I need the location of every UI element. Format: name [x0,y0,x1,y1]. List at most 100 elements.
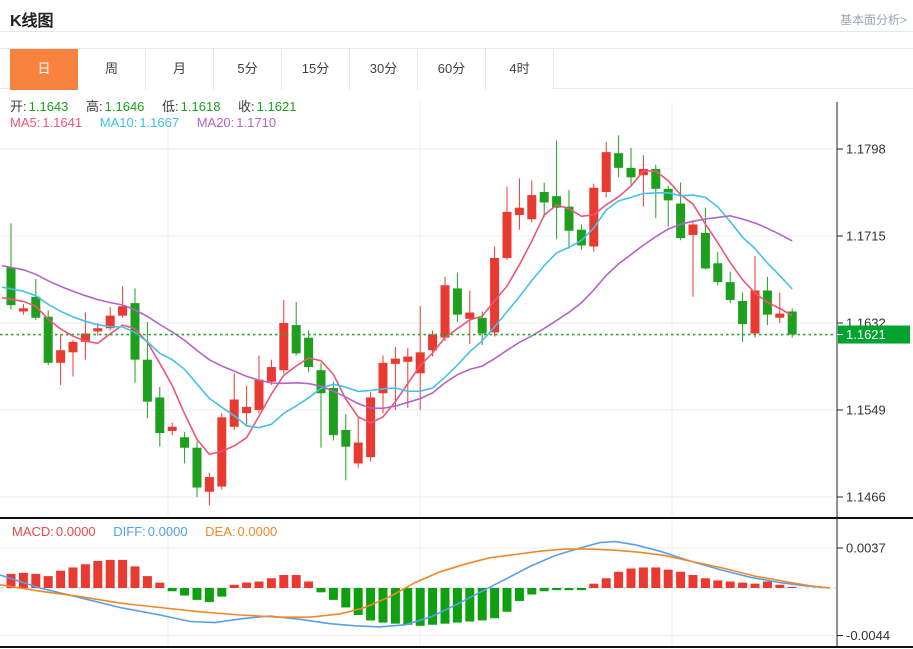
macd-bar [217,588,226,597]
high-label: 高: [86,99,103,114]
kline-page: K线图 基本面分析> 日 周 月 5分 15分 30分 60分 4时 1.179… [0,0,913,649]
macd-bar [180,588,189,596]
macd-bar [788,587,797,588]
candlestick [93,328,102,331]
candlestick [118,306,127,315]
macd-bar [676,572,685,588]
macd-bar [428,588,437,625]
macd-bar [577,588,586,590]
ma20-value: 1.1710 [236,115,276,130]
macd-bar [341,588,350,607]
candlestick [589,188,598,247]
macd-bar [379,588,388,623]
macd-bar [503,588,512,612]
panel-separator [0,517,913,519]
macd-bar [205,588,214,602]
ohlc-legend: 开:1.1643 高:1.1646 低:1.1618 收:1.1621 [10,96,298,115]
macd-bar [515,588,524,601]
macd-bar [552,588,561,590]
close-value: 1.1621 [257,99,297,114]
macd-bar [490,588,499,618]
macd-bar [255,582,264,588]
macd-bar [118,560,127,588]
candlestick [751,291,760,334]
candlestick [403,357,412,362]
chart-bottom-border [0,646,913,648]
macd-bar [279,575,288,588]
macd-bar [441,588,450,624]
diff-value: 0.0000 [148,524,188,539]
candlestick [279,323,288,370]
candlestick [478,318,487,334]
macd-bar [614,572,623,588]
macd-bar [701,578,710,588]
macd-bar [403,588,412,625]
candlestick [775,314,784,318]
macd-bar [106,560,115,588]
macd-bar [44,576,53,588]
candlestick [329,388,338,435]
candlestick [242,407,251,413]
macd-bar [565,588,574,590]
candlestick [56,350,65,363]
candlestick [19,308,28,311]
macd-bar [329,588,338,600]
candlestick [180,437,189,447]
macd-bar [589,584,598,588]
candlestick [713,263,722,282]
candlestick [267,367,276,382]
candlestick [676,204,685,239]
candlestick [44,317,53,363]
price-axis-label: 1.1798 [846,142,886,157]
dea-label: DEA: [205,524,235,539]
close-label: 收: [238,99,255,114]
macd-value: 0.0000 [56,524,96,539]
macd-bar [155,583,164,588]
candlestick [664,189,673,201]
candlestick [453,288,462,314]
macd-bar [81,564,90,588]
candlestick [738,301,747,324]
macd-bar [465,588,474,622]
macd-bar [267,578,276,588]
macd-bar [713,580,722,588]
price-axis-label: 1.1549 [846,403,886,418]
macd-bar [627,569,636,588]
candlestick [527,195,536,219]
macd-bar [775,585,784,588]
candlestick [292,325,301,353]
macd-bar [317,588,326,592]
candlestick [391,359,400,364]
candlestick [304,338,313,367]
macd-legend: MACD:0.0000 DIFF:0.0000 DEA:0.0000 [12,524,279,539]
candlestick [155,397,164,433]
macd-bar [738,583,747,588]
macd-bar [56,571,65,588]
macd-bar [689,575,698,588]
candlestick [354,442,363,463]
candlestick [143,360,152,402]
low-value: 1.1618 [181,99,221,114]
current-price-text: 1.1621 [846,327,886,342]
low-label: 低: [162,99,179,114]
candlestick [193,448,202,488]
macd-bar [143,576,152,588]
macd-bar [168,588,177,591]
ma-legend: MA5:1.1641 MA10:1.1667 MA20:1.1710 [10,115,278,130]
candlestick [627,168,636,177]
macd-bar [292,575,301,588]
candlestick [614,153,623,168]
macd-bar [242,583,251,588]
candlestick [701,233,710,269]
macd-bar [93,561,102,588]
macd-bar [540,588,549,591]
candlestick [205,477,214,492]
candlestick [540,192,549,202]
candlestick [69,342,78,352]
candlestick [441,285,450,337]
macd-bar [639,567,648,588]
macd-bar [193,588,202,600]
candlestick [689,224,698,234]
macd-bar [527,588,536,594]
high-value: 1.1646 [105,99,145,114]
